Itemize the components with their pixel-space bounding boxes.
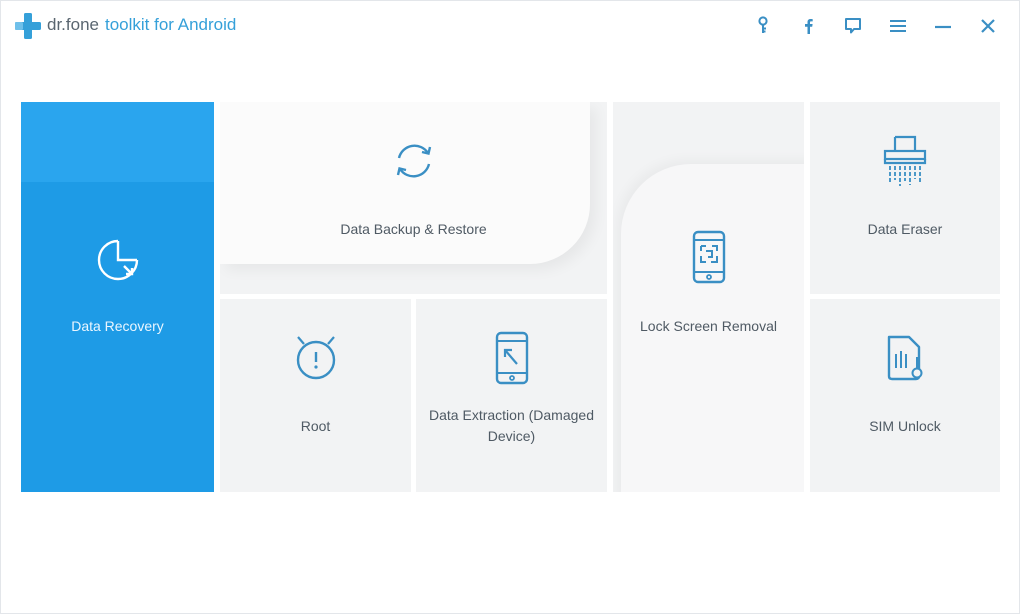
phone-extract-icon — [495, 331, 528, 385]
pie-chart-icon — [97, 239, 138, 281]
sim-card-icon — [887, 335, 923, 381]
tile-label: Data Eraser — [867, 221, 943, 237]
menu-button[interactable] — [885, 13, 911, 39]
key-icon — [758, 16, 768, 33]
tile-label: Data Extraction (Damaged Device) — [429, 407, 594, 444]
feedback-icon — [845, 18, 861, 34]
tile-data-extraction[interactable]: Data Extraction (Damaged Device) — [416, 299, 607, 492]
window-controls — [731, 13, 1001, 39]
brand-name: dr.fone — [47, 15, 99, 34]
shredder-icon — [883, 135, 927, 186]
facebook-icon — [805, 19, 813, 34]
sync-icon — [396, 144, 431, 178]
tile-root[interactable]: Root — [220, 299, 411, 492]
tile-highlight — [21, 102, 214, 182]
phone-lock-icon — [692, 230, 725, 284]
menu-icon — [890, 20, 906, 32]
tile-label: Root — [300, 418, 331, 434]
android-root-icon — [296, 336, 335, 380]
title-bar: dr.fone toolkit for Android — [1, 1, 1019, 53]
tile-label: Data Backup & Restore — [340, 221, 487, 237]
app-title: dr.fone toolkit for Android — [47, 15, 236, 35]
tile-data-recovery[interactable]: Data Recovery — [21, 102, 214, 492]
close-button[interactable] — [975, 13, 1001, 39]
feedback-button[interactable] — [840, 13, 866, 39]
tile-label: SIM Unlock — [869, 418, 941, 434]
product-name: toolkit for Android — [105, 15, 237, 34]
tile-sim-unlock[interactable]: SIM Unlock — [810, 299, 1000, 492]
key-button[interactable] — [750, 13, 776, 39]
tile-label: Lock Screen Removal — [640, 318, 777, 334]
tile-lock-screen-removal[interactable]: Lock Screen Removal — [613, 102, 804, 492]
tile-label: Data Recovery — [71, 318, 164, 334]
minimize-button[interactable] — [930, 13, 956, 39]
close-icon — [981, 19, 995, 33]
app-window: dr.fone toolkit for Android Data Recover… — [0, 0, 1020, 614]
tile-data-backup-restore[interactable]: Data Backup & Restore — [220, 102, 607, 294]
drfone-logo-icon — [15, 13, 41, 39]
minimize-icon — [935, 25, 951, 29]
tile-data-eraser[interactable]: Data Eraser — [810, 102, 1000, 294]
facebook-button[interactable] — [795, 13, 821, 39]
